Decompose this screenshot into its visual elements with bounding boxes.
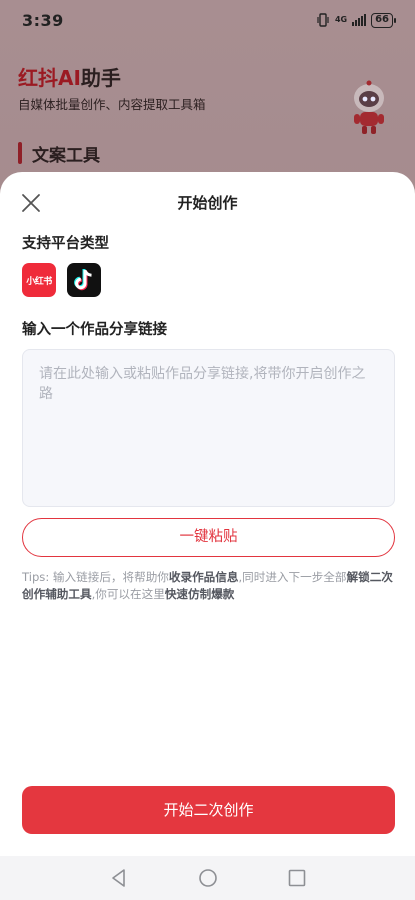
recents-icon[interactable] [287, 868, 307, 888]
xiaohongshu-icon-text: 小红书 [26, 276, 52, 287]
signal-icon [352, 14, 367, 26]
tips-part-3: ,你可以在这里 [91, 587, 165, 601]
home-icon[interactable] [198, 868, 218, 888]
section-heading: 文案工具 [18, 141, 100, 166]
share-link-input[interactable] [22, 349, 395, 507]
sheet-title: 开始创作 [177, 194, 238, 212]
status-bar: 3:39 4G 66 [0, 0, 415, 40]
douyin-icon [67, 263, 101, 297]
robot-mascot-icon [354, 80, 384, 134]
back-icon[interactable] [109, 868, 129, 888]
network-type: 4G [334, 15, 348, 24]
app-subtitle: 自媒体批量创作、内容提取工具箱 [18, 97, 206, 112]
section-heading-text: 文案工具 [32, 145, 100, 166]
create-sheet: 开始创作 支持平台类型 小红书 输入一个作品分享链接 一键粘贴 Tips: 输入… [0, 172, 415, 856]
douyin-logo-icon [74, 269, 92, 291]
battery-icon: 66 [371, 12, 396, 28]
app-title-brand: 红抖AI [18, 66, 81, 90]
tips-part-1: Tips: 输入链接后，将帮助你 [22, 570, 169, 584]
tips-part-2: ,同时进入下一步全部 [238, 570, 347, 584]
app-title: 红抖AI助手 [18, 62, 121, 91]
xiaohongshu-icon: 小红书 [22, 263, 56, 297]
navigation-bar [0, 856, 415, 900]
one-click-paste-button[interactable]: 一键粘贴 [22, 518, 395, 557]
section-heading-bar [18, 142, 22, 164]
platform-label: 支持平台类型 [22, 236, 109, 252]
tips-highlight-3: 快速仿制爆款 [164, 587, 235, 601]
link-label: 输入一个作品分享链接 [22, 322, 167, 338]
tips-highlight-1: 收录作品信息 [168, 570, 239, 584]
status-time: 3:39 [22, 10, 64, 30]
app-title-suffix: 助手 [80, 66, 121, 90]
vibrate-icon [317, 13, 329, 27]
tips-text: Tips: 输入链接后，将帮助你收录作品信息,同时进入下一步全部解锁二次创作辅助… [22, 569, 395, 603]
status-icons: 4G 66 [316, 12, 396, 28]
start-creation-button[interactable]: 开始二次创作 [22, 786, 395, 834]
